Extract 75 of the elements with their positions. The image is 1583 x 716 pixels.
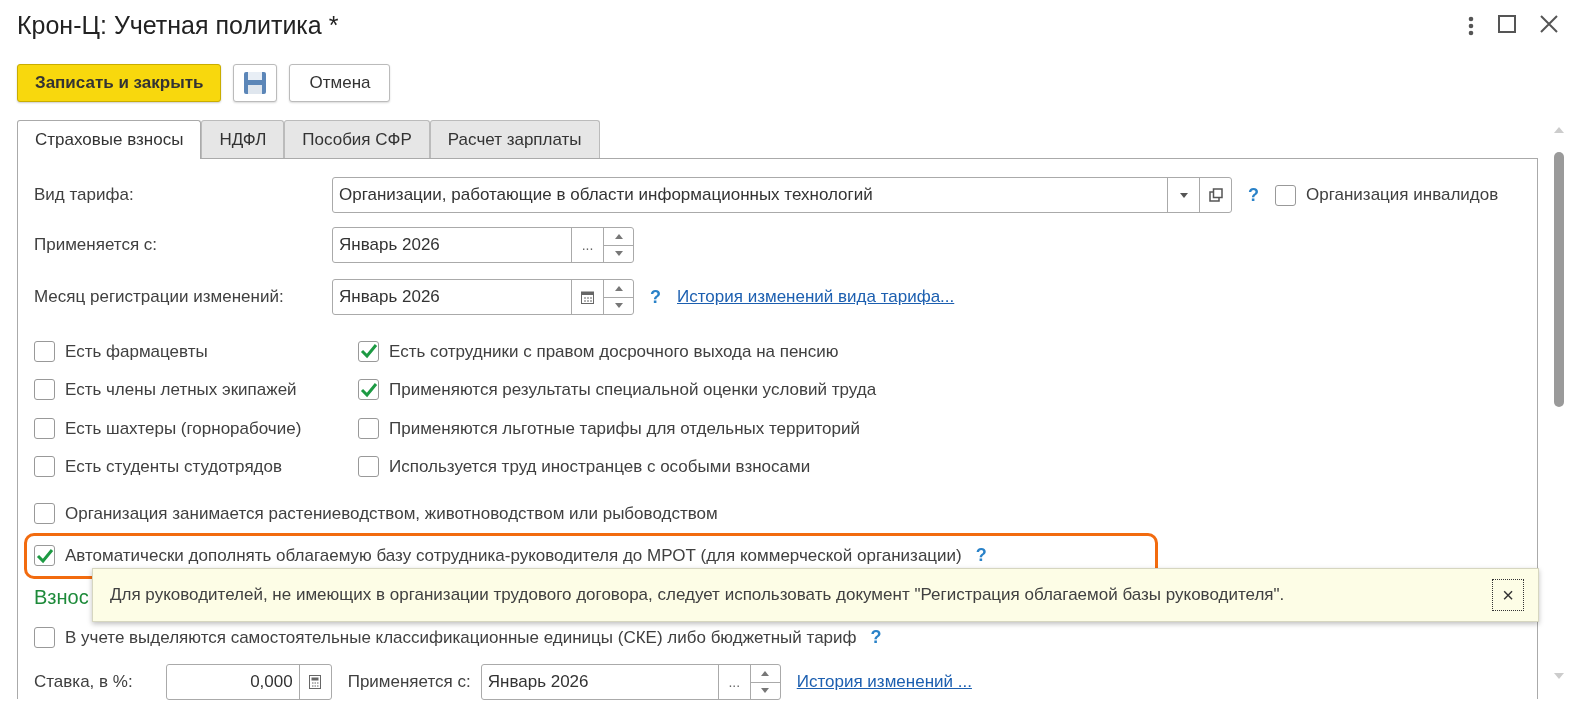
help-link[interactable]: ? (975, 542, 987, 569)
down-arrow-icon (761, 688, 770, 694)
close-icon[interactable] (1540, 15, 1558, 33)
up-arrow-icon (614, 233, 623, 239)
checkbox-label: Применяются результаты специальной оценки условий труда (389, 379, 877, 401)
field-label: Применяется с: (347, 671, 471, 694)
calendar-icon[interactable] (581, 290, 594, 304)
tab[interactable]: Страховые взносы (17, 120, 202, 159)
checkbox[interactable] (34, 379, 55, 401)
checkbox[interactable] (358, 417, 379, 439)
field-label: Месяц регистрации изменений: (34, 286, 285, 309)
field-label: Ставка, в %: (34, 671, 133, 694)
checkbox[interactable] (358, 456, 379, 478)
checkmark-icon (359, 381, 378, 398)
help-link[interactable]: ? (1248, 181, 1259, 209)
checkbox-label: Есть шахтеры (горнорабочие) (65, 417, 302, 440)
tab[interactable]: Расчет зарплаты (429, 120, 600, 158)
checkbox-label: Есть сотрудники с правом досрочного выхода на пенсию (389, 340, 839, 363)
text-input[interactable]: Январь 2026 (333, 280, 571, 314)
date-field[interactable]: Январь 2026 ... (480, 664, 781, 700)
up-arrow-icon (761, 670, 770, 676)
checkbox[interactable] (34, 417, 55, 439)
cancel-button[interactable]: Отмена (289, 64, 391, 102)
open-icon (1208, 188, 1223, 202)
checkbox[interactable] (34, 627, 55, 649)
save-and-close-button[interactable]: Записать и закрыть (17, 64, 222, 102)
text-input[interactable]: Январь 2026 (333, 228, 571, 262)
checkbox-label: Есть фармацевты (65, 340, 208, 363)
checkbox[interactable] (1275, 184, 1296, 206)
down-arrow-icon (614, 303, 623, 309)
spin-button[interactable] (749, 665, 780, 699)
checkbox-label: Организация инвалидов (1306, 184, 1499, 207)
maximize-icon[interactable] (1498, 15, 1516, 33)
checkbox[interactable] (34, 340, 55, 362)
field-label: Вид тарифа: (34, 184, 135, 207)
checkmark-icon (35, 547, 54, 564)
choose-button[interactable]: ... (571, 228, 603, 262)
checkmark-icon (359, 343, 378, 360)
checkbox[interactable] (34, 456, 55, 478)
help-link[interactable]: ? (650, 283, 661, 311)
save-button[interactable] (233, 64, 278, 102)
close-button[interactable]: × (1492, 579, 1524, 611)
date-field[interactable]: Январь 2026 ... (332, 227, 634, 263)
checkbox-label: Есть члены летных экипажей (65, 379, 297, 401)
help-link[interactable]: ? (870, 624, 882, 652)
text-input[interactable]: 0,000 (166, 665, 299, 699)
tab[interactable]: Пособия СФР (284, 120, 430, 158)
choose-button[interactable]: ... (717, 665, 750, 699)
rate-field[interactable]: 0,000 (165, 664, 332, 700)
checkbox[interactable] (34, 545, 55, 566)
calculator-icon[interactable] (309, 675, 322, 689)
spin-button[interactable] (603, 280, 633, 314)
checkbox-label: Организация занимается растениеводством, животноводством или рыбоводством (65, 502, 718, 525)
checkbox[interactable] (358, 379, 379, 401)
checkbox-label: Есть студенты студотрядов (65, 456, 282, 478)
up-arrow-icon (614, 285, 623, 291)
dropdown-caret-icon (1177, 191, 1190, 199)
checkbox-label: Используется труд иностранцев с особыми взносами (389, 456, 811, 478)
history-link[interactable]: История изменений ... (796, 669, 972, 695)
tooltip-text: Для руководителей, не имеющих в организации трудового договора, следует использовать документ "Регистрация облагаемой базы руководителя". (110, 584, 1286, 607)
history-link[interactable]: История изменений вида тарифа... (677, 284, 955, 310)
section-heading: Взнос (34, 585, 89, 608)
checkbox-label: В учете выделяются самостоятельные классификационные единицы (СКЕ) либо бюджетный тариф (65, 627, 857, 649)
checkbox[interactable] (34, 502, 55, 524)
window-title: Крон-Ц: Учетная политика * (17, 10, 340, 42)
field-label: Применяется с: (34, 234, 159, 257)
month-field[interactable]: Январь 2026 (332, 279, 634, 315)
more-icon[interactable] (1468, 15, 1474, 37)
checkbox-label: Применяются льготные тарифы для отдельных территорий (389, 417, 860, 440)
checkbox-label: Автоматически дополнять облагаемую базу сотрудника-руководителя до МРОТ (для коммерческой организации) (65, 544, 962, 567)
down-arrow-icon (614, 251, 623, 257)
text-input[interactable]: Январь 2026 (481, 665, 718, 699)
spin-button[interactable] (603, 228, 633, 262)
checkbox[interactable] (358, 340, 379, 362)
tab[interactable]: НДФЛ (201, 120, 285, 158)
